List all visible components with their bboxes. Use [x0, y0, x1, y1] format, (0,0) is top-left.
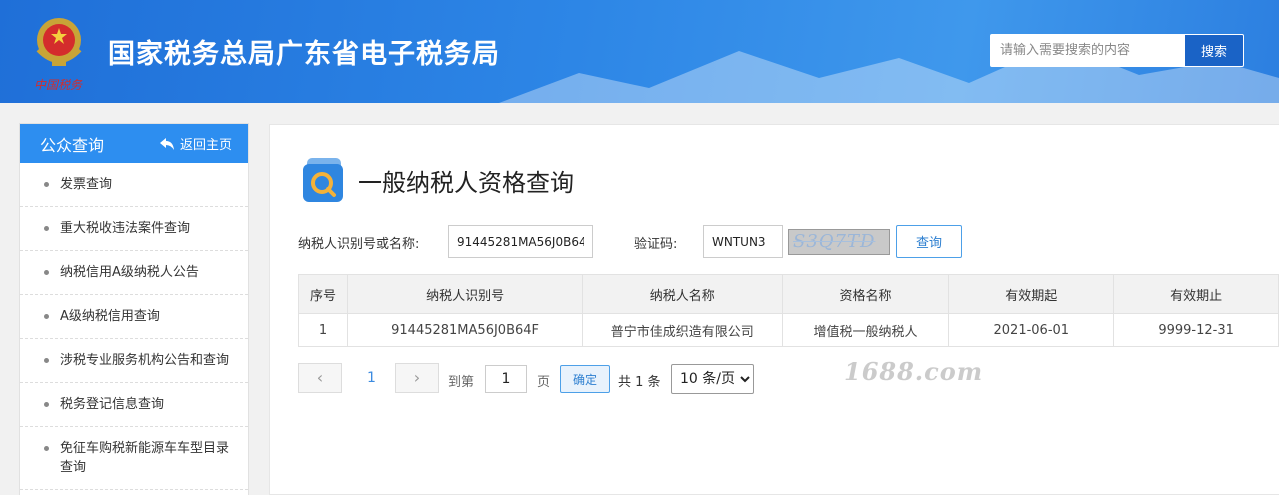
captcha-input[interactable]: [703, 225, 783, 258]
next-page-button[interactable]: ›: [395, 363, 439, 393]
pagination: ‹ 1 › 到第 页 确定 共 1 条 10 条/页: [298, 363, 798, 394]
result-table: 序号 纳税人识别号 纳税人名称 资格名称 有效期起 有效期止 1 9144528…: [297, 274, 1279, 347]
captcha-image[interactable]: S3Q7TD: [788, 229, 890, 255]
sidebar-item-label: 免征车购税新能源车车型目录查询: [60, 441, 230, 475]
query-button[interactable]: 查询: [896, 225, 962, 258]
prev-page-button[interactable]: ‹: [298, 363, 342, 393]
sidebar-item-label: 纳税信用A级纳税人公告: [60, 265, 199, 280]
site-title: 国家税务总局广东省电子税务局: [108, 39, 500, 70]
back-arrow-icon: [159, 137, 174, 150]
sidebar-item-label: 税务登记信息查询: [60, 397, 165, 412]
table-cell: 普宁市佳成织造有限公司: [582, 313, 783, 347]
captcha-label: 验证码:: [634, 237, 678, 252]
bullet-icon: [44, 314, 49, 319]
sidebar-item-nev-catalog[interactable]: 免征车购税新能源车车型目录查询: [20, 427, 248, 490]
watermark: 1688.com: [844, 357, 984, 386]
back-home-link[interactable]: 返回主页: [159, 134, 232, 153]
sidebar-header: 公众查询 返回主页: [20, 124, 248, 163]
sidebar-item-label: 重大税收违法案件查询: [60, 221, 191, 236]
search-document-icon: [303, 158, 343, 202]
bullet-icon: [44, 226, 49, 231]
column-header: 纳税人识别号: [347, 274, 584, 314]
search-button[interactable]: 搜索: [1185, 34, 1244, 67]
emblem-caption: 中国税务: [34, 78, 83, 92]
goto-page-input[interactable]: [485, 365, 527, 393]
back-home-label: 返回主页: [179, 138, 232, 153]
taxpayer-id-label: 纳税人识别号或名称:: [298, 237, 420, 252]
sidebar-item-a-level-query[interactable]: A级纳税信用查询: [20, 295, 248, 339]
column-header: 有效期止: [1113, 274, 1279, 314]
taxpayer-id-input[interactable]: [448, 225, 593, 258]
sidebar-item-a-level-notice[interactable]: 纳税信用A级纳税人公告: [20, 251, 248, 295]
sidebar-item-label: 发票查询: [60, 177, 113, 192]
search-box: 搜索: [990, 34, 1244, 67]
page-unit-label: 页: [537, 375, 551, 390]
bullet-icon: [44, 270, 49, 275]
column-header: 序号: [297, 274, 349, 314]
column-header: 资格名称: [781, 274, 950, 314]
bullet-icon: [44, 446, 49, 451]
sidebar-item-invoice-query[interactable]: 发票查询: [20, 163, 248, 207]
sidebar-item-label: 涉税专业服务机构公告和查询: [60, 353, 230, 368]
page-title: 一般纳税人资格查询: [358, 169, 574, 197]
table-cell: 91445281MA56J0B64F: [347, 313, 584, 347]
column-header: 有效期起: [948, 274, 1115, 314]
table-row: 1 91445281MA56J0B64F 普宁市佳成织造有限公司 增值税一般纳税…: [297, 313, 1279, 347]
page-size-select[interactable]: 10 条/页: [671, 364, 754, 394]
table-cell: 1: [297, 313, 349, 347]
sidebar-item-agency-notice[interactable]: 涉税专业服务机构公告和查询: [20, 339, 248, 383]
chevron-left-icon: ‹: [316, 368, 324, 387]
bullet-icon: [44, 402, 49, 407]
search-input[interactable]: [990, 34, 1185, 67]
sidebar-title: 公众查询: [40, 135, 105, 155]
table-cell: 9999-12-31: [1113, 313, 1279, 347]
site-header: 中国税务 国家税务总局广东省电子税务局 搜索: [0, 0, 1279, 103]
total-count: 共 1 条: [618, 375, 661, 390]
tax-emblem-logo: 中国税务: [24, 10, 94, 94]
main-panel: 一般纳税人资格查询 纳税人识别号或名称: 验证码: S3Q7TD 查询 序号 纳…: [269, 124, 1279, 495]
table-cell: 增值税一般纳税人: [781, 313, 950, 347]
goto-label: 到第: [448, 375, 475, 390]
bullet-icon: [44, 358, 49, 363]
sidebar-item-violation-cases[interactable]: 重大税收违法案件查询: [20, 207, 248, 251]
page-number-current[interactable]: 1: [367, 370, 376, 386]
column-header: 纳税人名称: [582, 274, 783, 314]
sidebar-menu: 发票查询 重大税收违法案件查询 纳税信用A级纳税人公告 A级纳税信用查询 涉税专…: [20, 163, 248, 490]
query-form: 纳税人识别号或名称: 验证码: S3Q7TD 查询: [298, 225, 998, 258]
table-cell: 2021-06-01: [948, 313, 1115, 347]
bullet-icon: [44, 182, 49, 187]
sidebar-item-registration-query[interactable]: 税务登记信息查询: [20, 383, 248, 427]
chevron-right-icon: ›: [413, 368, 421, 387]
sidebar-item-label: A级纳税信用查询: [60, 309, 160, 324]
sidebar: 公众查询 返回主页 发票查询 重大税收违法案件查询 纳税信用A级纳税人公告 A级…: [19, 123, 249, 495]
table-header-row: 序号 纳税人识别号 纳税人名称 资格名称 有效期起 有效期止: [297, 274, 1279, 314]
goto-confirm-button[interactable]: 确定: [560, 365, 610, 393]
